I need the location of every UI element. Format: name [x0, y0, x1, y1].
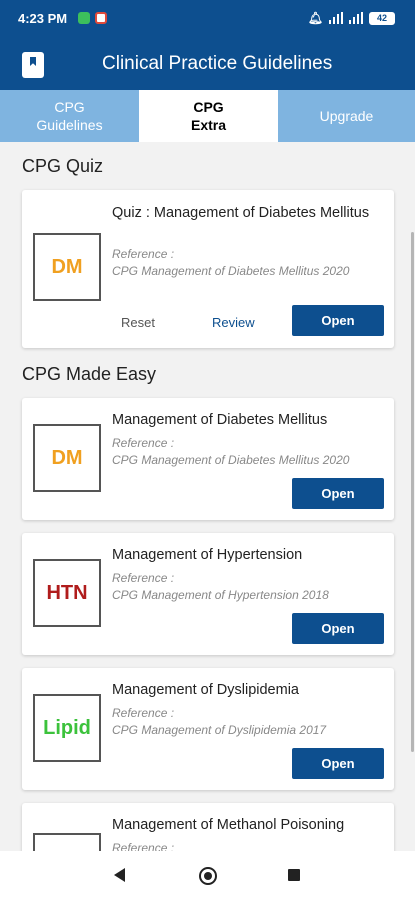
- status-bar: 4:23 PM 🔔︎ 42: [0, 0, 415, 38]
- book-icon: [22, 52, 44, 78]
- reference-label: Reference :: [112, 841, 175, 851]
- open-button[interactable]: Open: [292, 478, 384, 509]
- status-time: 4:23 PM: [18, 11, 68, 26]
- back-icon[interactable]: [114, 868, 125, 882]
- section-title-quiz: CPG Quiz: [22, 156, 104, 176]
- reset-button[interactable]: Reset: [121, 315, 155, 330]
- review-button[interactable]: Review: [212, 315, 255, 330]
- reference-value: CPG Management of Diabetes Mellitus 2020: [112, 453, 350, 467]
- card-title: Management of Diabetes Mellitus: [112, 412, 328, 428]
- tab-label-line2: Guidelines: [36, 117, 103, 133]
- tab-upgrade[interactable]: Upgrade: [278, 90, 415, 142]
- open-button[interactable]: Open: [292, 305, 384, 336]
- status-icons: 🔔︎ 42: [308, 11, 395, 25]
- thumb-methanol: [33, 833, 101, 851]
- notification-icon-green: [78, 12, 90, 24]
- card-title: Management of Dyslipidemia: [112, 682, 299, 698]
- reference-value: CPG Management of Hypertension 2018: [112, 588, 329, 602]
- content-scroll[interactable]: CPG Quiz DM Quiz : Management of Diabete…: [0, 142, 415, 851]
- reference-label: Reference :: [112, 436, 175, 450]
- guideline-card: DM Management of Diabetes Mellitus Refer…: [22, 398, 394, 520]
- tab-label: Upgrade: [319, 108, 374, 124]
- card-title: Management of Hypertension: [112, 547, 303, 563]
- open-button[interactable]: Open: [292, 613, 384, 644]
- thumb-htn: HTN: [33, 559, 101, 627]
- tab-cpg-extra[interactable]: CPG Extra: [139, 90, 278, 142]
- reference-value: CPG Management of Diabetes Mellitus 2020: [112, 264, 350, 278]
- app-bar: Clinical Practice Guidelines: [0, 38, 415, 90]
- mute-icon: 🔔︎: [307, 11, 323, 25]
- reference-label: Reference :: [112, 571, 175, 585]
- thumb-dm: DM: [33, 233, 101, 301]
- signal-icon-2: [349, 12, 363, 24]
- card-title: Quiz : Management of Diabetes Mellitus: [112, 205, 370, 221]
- recent-apps-icon[interactable]: [288, 869, 300, 881]
- tab-bar: CPG Guidelines CPG Extra Upgrade: [0, 90, 415, 142]
- thumb-lipid: Lipid: [33, 694, 101, 762]
- home-icon[interactable]: [199, 867, 217, 885]
- card-title: Management of Methanol Poisoning: [112, 817, 345, 833]
- quiz-card: DM Quiz : Management of Diabetes Mellitu…: [22, 190, 394, 348]
- battery-icon: 42: [369, 11, 395, 25]
- tab-label-line1: CPG: [193, 99, 224, 115]
- tab-label-line2: Extra: [190, 117, 227, 133]
- guideline-card: Management of Methanol Poisoning Referen…: [22, 803, 394, 851]
- app-title: Clinical Practice Guidelines: [102, 53, 333, 74]
- guideline-card: Lipid Management of Dyslipidemia Referen…: [22, 668, 394, 790]
- open-button[interactable]: Open: [292, 748, 384, 779]
- thumb-dm: DM: [33, 424, 101, 492]
- guideline-card: HTN Management of Hypertension Reference…: [22, 533, 394, 655]
- signal-icon: [329, 12, 343, 24]
- tab-cpg-guidelines[interactable]: CPG Guidelines: [0, 90, 139, 142]
- reference-value: CPG Management of Dyslipidemia 2017: [112, 723, 327, 737]
- tab-label-line1: CPG: [54, 99, 85, 115]
- scrollbar[interactable]: [411, 232, 414, 752]
- section-title-easy: CPG Made Easy: [22, 364, 157, 384]
- reference-label: Reference :: [112, 247, 175, 261]
- reference-label: Reference :: [112, 706, 175, 720]
- notification-icon-google: [95, 12, 107, 24]
- system-nav-bar: [0, 851, 415, 900]
